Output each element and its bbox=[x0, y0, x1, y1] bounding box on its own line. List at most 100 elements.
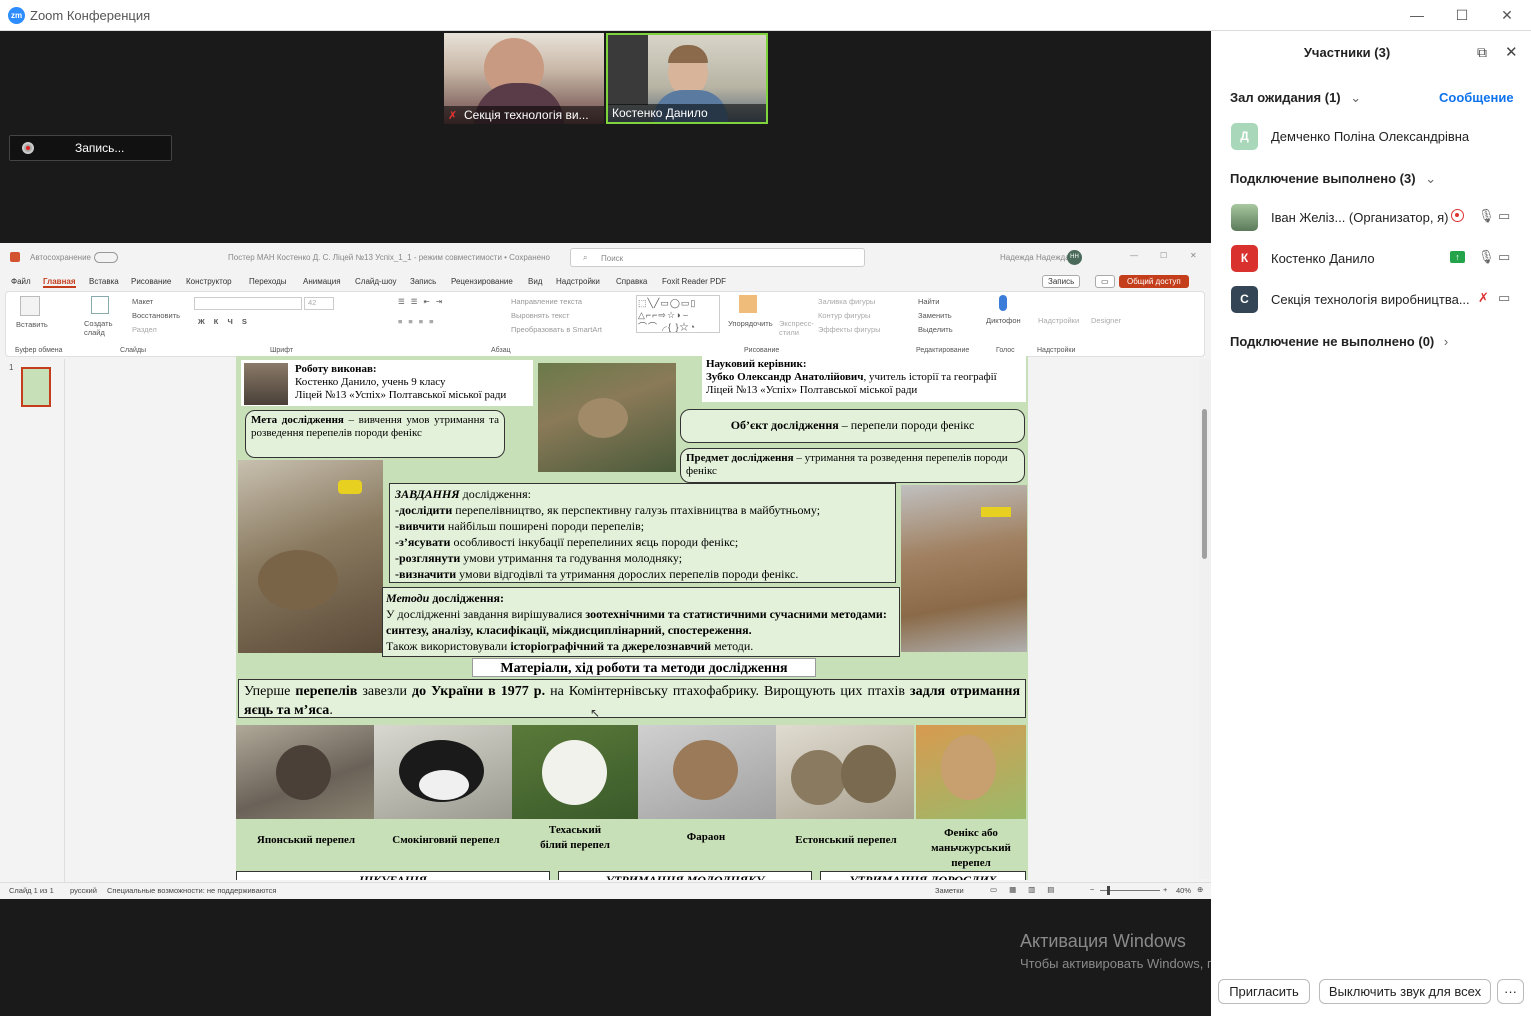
share-button[interactable]: Общий доступ bbox=[1119, 275, 1189, 288]
fit-slide-icon[interactable]: ⊕ bbox=[1197, 885, 1203, 894]
video-camera-icon[interactable]: ▭ bbox=[1498, 290, 1510, 306]
video-tile-sektsiia[interactable]: Секція технологія ви... ✗ bbox=[444, 33, 604, 124]
select-button[interactable]: Выделить bbox=[918, 325, 953, 334]
not-connected-header[interactable]: Подключение не выполнено (0) › bbox=[1230, 334, 1448, 349]
goal-box: Мета дослідження – вивчення умов утриман… bbox=[245, 410, 505, 458]
tab-transitions[interactable]: Переходы bbox=[249, 277, 287, 286]
align-buttons[interactable]: ≡≡≡≡ bbox=[398, 317, 440, 326]
chevron-right-icon: › bbox=[1443, 334, 1449, 349]
participant-name: Іван Желіз... (Организатор, я) bbox=[1271, 210, 1449, 225]
methods-box: Методи дослідження: У дослідженні завдан… bbox=[382, 587, 900, 657]
mute-all-button[interactable]: Выключить звук для всех bbox=[1319, 979, 1491, 1004]
ppt-close-button[interactable]: ✕ bbox=[1190, 251, 1197, 260]
tab-view[interactable]: Вид bbox=[528, 277, 542, 286]
ppt-record-button[interactable]: Запись bbox=[1042, 275, 1081, 288]
tab-foxit[interactable]: Foxit Reader PDF bbox=[662, 277, 726, 286]
font-size-input[interactable]: 42 bbox=[304, 297, 334, 310]
tab-design[interactable]: Конструктор bbox=[186, 277, 232, 286]
shapes-gallery[interactable]: ⬚╲╱▭◯▭▯ △⌐⌐⇨☆◗⌣ ⌒⌒╭{ }☆◔ bbox=[636, 295, 720, 333]
video-camera-icon[interactable]: ▭ bbox=[1498, 249, 1510, 265]
new-slide-icon[interactable] bbox=[91, 296, 109, 314]
section-button[interactable]: Раздел bbox=[132, 325, 157, 334]
connected-header[interactable]: Подключение выполнено (3) ⌄ bbox=[1230, 171, 1436, 187]
ppt-maximize-button[interactable]: ☐ bbox=[1160, 251, 1167, 260]
video-camera-icon[interactable]: ▭ bbox=[1498, 208, 1510, 224]
popout-icon[interactable]: ⧉ bbox=[1477, 44, 1487, 61]
video-tile-kostenko[interactable]: Костенко Данило bbox=[606, 33, 768, 124]
accessibility-status[interactable]: Специальные возможности: не поддерживают… bbox=[107, 886, 276, 895]
zoom-out-button[interactable]: − bbox=[1090, 885, 1094, 894]
vertical-scrollbar[interactable] bbox=[1199, 359, 1211, 879]
tab-review[interactable]: Рецензирование bbox=[451, 277, 513, 286]
microphone-icon[interactable]: 🎙 bbox=[1478, 208, 1495, 224]
breed-caption: Японський перепел bbox=[256, 834, 356, 846]
intro-box: Уперше перепелів завезли до України в 19… bbox=[238, 679, 1026, 718]
layout-button[interactable]: Макет bbox=[132, 297, 153, 306]
tab-help[interactable]: Справка bbox=[616, 277, 647, 286]
close-button[interactable]: ✕ bbox=[1492, 4, 1522, 26]
tab-insert[interactable]: Вставка bbox=[89, 277, 119, 286]
avatar: С bbox=[1231, 286, 1258, 313]
waiting-room-header[interactable]: Зал ожидания (1) ⌄ bbox=[1230, 90, 1361, 106]
author-line1: Костенко Данило, учень 9 класу bbox=[295, 376, 446, 388]
comments-icon[interactable]: ▭ bbox=[1095, 275, 1115, 288]
participant-row[interactable]: Іван Желіз... (Организатор, я) 🎙 ▭ bbox=[1231, 204, 1521, 232]
breed-caption: Фараон bbox=[686, 831, 726, 843]
user-avatar[interactable]: НН bbox=[1067, 250, 1082, 265]
tab-addins[interactable]: Надстройки bbox=[556, 277, 600, 286]
slide-thumbnail-1[interactable] bbox=[21, 367, 51, 407]
reset-button[interactable]: Восстановить bbox=[132, 311, 180, 320]
document-title: Постер МАН Костенко Д. С. Ліцей №13 Успі… bbox=[228, 253, 550, 262]
invite-button[interactable]: Пригласить bbox=[1218, 979, 1310, 1004]
scroll-thumb[interactable] bbox=[1202, 409, 1207, 559]
close-panel-icon[interactable]: ✕ bbox=[1505, 43, 1518, 61]
tab-record[interactable]: Запись bbox=[410, 277, 436, 286]
arrange-icon[interactable] bbox=[739, 295, 757, 313]
participant-row[interactable]: К Костенко Данило ↑ 🎙 ▭ bbox=[1231, 245, 1521, 273]
methods-list: історіографічний та джерелознавчий bbox=[510, 639, 712, 653]
waiting-participant[interactable]: Д Демченко Поліна Олександрівна bbox=[1231, 123, 1521, 151]
ppt-search-input[interactable]: ⌕ Поиск bbox=[570, 248, 865, 267]
participant-row[interactable]: С Секція технологія виробництва... ✗ ▭ bbox=[1231, 286, 1521, 314]
task-verb: -визначити bbox=[395, 567, 457, 581]
mouse-cursor-icon: ↖ bbox=[590, 706, 601, 720]
author-title: Роботу виконав: bbox=[295, 363, 377, 375]
language-indicator[interactable]: русский bbox=[70, 886, 97, 895]
task-verb: -з’ясувати bbox=[395, 535, 451, 549]
zoom-in-button[interactable]: + bbox=[1163, 885, 1167, 894]
task-text: умови відгодівлі та утримання дорослих п… bbox=[456, 567, 799, 581]
video-name: Секція технологія ви... bbox=[444, 106, 604, 124]
notes-button[interactable]: Заметки bbox=[935, 886, 964, 895]
powerpoint-icon bbox=[10, 252, 20, 262]
tab-home[interactable]: Главная bbox=[43, 277, 76, 288]
record-button[interactable]: Запись... bbox=[9, 135, 172, 161]
maximize-button[interactable]: ☐ bbox=[1447, 4, 1477, 26]
list-buttons[interactable]: ☰☰⇤⇥ bbox=[398, 297, 448, 306]
tab-draw[interactable]: Рисование bbox=[131, 277, 171, 286]
message-button[interactable]: Сообщение bbox=[1439, 90, 1514, 105]
replace-button[interactable]: Заменить bbox=[918, 311, 952, 320]
zoom-slider-thumb[interactable] bbox=[1107, 886, 1110, 895]
tab-animations[interactable]: Анимация bbox=[303, 277, 341, 286]
methods-subtitle: дослідження: bbox=[429, 591, 505, 605]
author-box: Роботу виконав: Костенко Данило, учень 9… bbox=[241, 360, 533, 406]
minimize-button[interactable]: — bbox=[1402, 4, 1432, 26]
autosave-toggle[interactable] bbox=[94, 252, 118, 263]
intro-text: Уперше bbox=[244, 684, 296, 699]
font-format-buttons[interactable]: ЖКЧS bbox=[198, 317, 256, 326]
microphone-icon[interactable]: 🎙 bbox=[1478, 249, 1495, 265]
mic-muted-icon[interactable]: ✗ bbox=[1478, 290, 1489, 306]
paste-icon[interactable] bbox=[20, 296, 40, 316]
font-name-input[interactable] bbox=[194, 297, 302, 310]
microphone-icon[interactable] bbox=[999, 295, 1007, 311]
record-icon bbox=[22, 142, 34, 154]
task-verb: -вивчити bbox=[395, 519, 445, 533]
ppt-minimize-button[interactable]: — bbox=[1130, 251, 1138, 260]
more-options-button[interactable]: ··· bbox=[1497, 979, 1524, 1004]
tab-file[interactable]: Файл bbox=[11, 277, 31, 286]
quail-cage-photo bbox=[238, 460, 383, 653]
find-button[interactable]: Найти bbox=[918, 297, 939, 306]
tab-slideshow[interactable]: Слайд-шоу bbox=[355, 277, 396, 286]
quail-cages-photo bbox=[901, 485, 1027, 652]
view-buttons[interactable]: ▭▦▥▤ bbox=[990, 885, 1066, 894]
